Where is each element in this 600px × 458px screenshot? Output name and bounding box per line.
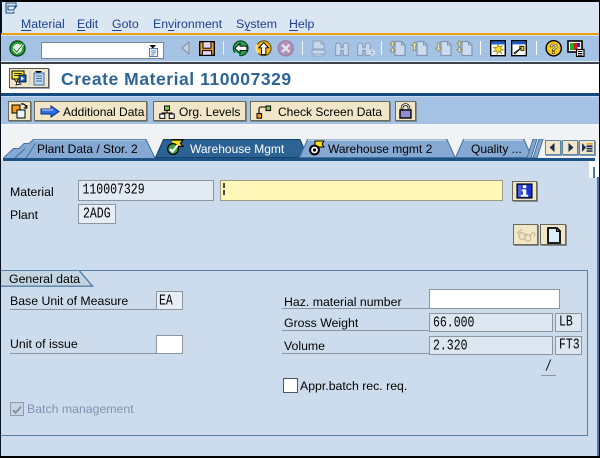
svg-text:?: ? bbox=[549, 40, 558, 56]
